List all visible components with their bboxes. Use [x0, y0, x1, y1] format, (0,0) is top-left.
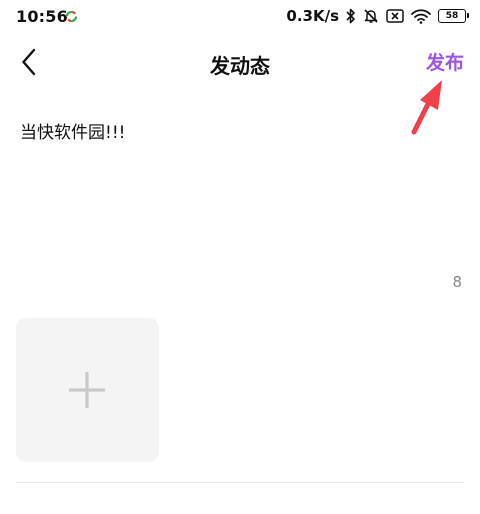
battery-icon: 58	[438, 9, 469, 23]
status-time: 10:56	[16, 7, 68, 26]
bluetooth-icon	[346, 8, 355, 24]
battery-level: 58	[445, 10, 459, 21]
status-icons: 0.3K/s 58	[286, 5, 469, 27]
network-speed: 0.3K/s	[286, 7, 339, 25]
annotation-arrow-icon	[411, 80, 442, 135]
divider	[16, 482, 464, 483]
wifi-icon	[411, 8, 431, 24]
char-count: 8	[452, 273, 462, 291]
mute-bell-icon	[364, 9, 378, 23]
publish-button[interactable]: 发布	[426, 48, 464, 75]
app-dot-icon	[66, 11, 77, 22]
plus-icon	[69, 372, 105, 408]
sim-x-icon	[386, 9, 404, 23]
post-text-input[interactable]: 当快软件园!!!	[20, 118, 125, 143]
page-title: 发动态	[210, 54, 270, 78]
add-image-button[interactable]	[16, 318, 159, 462]
status-bar: 10:56 0.3K/s 58	[0, 0, 480, 34]
